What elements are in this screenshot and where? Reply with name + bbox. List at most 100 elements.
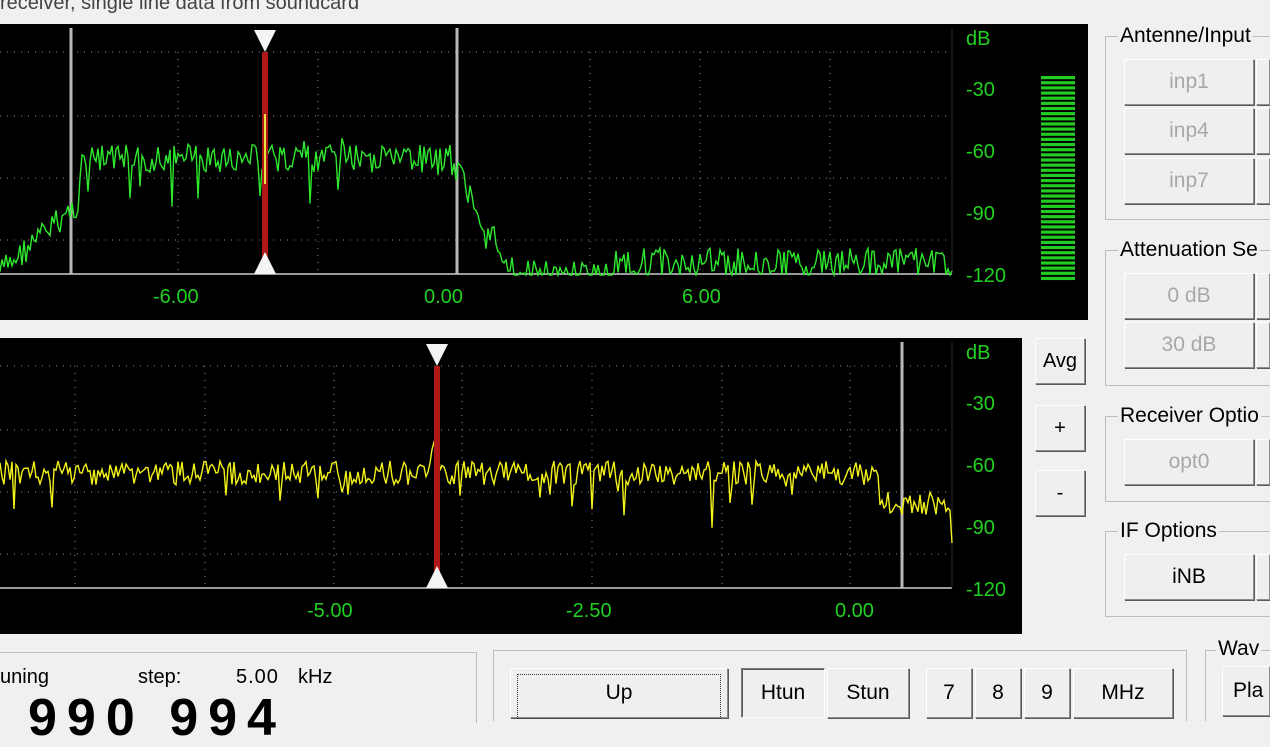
meter-segment: [1041, 194, 1075, 198]
up-button[interactable]: Up: [510, 668, 728, 719]
meter-segment: [1041, 122, 1075, 126]
meter-segment: [1041, 266, 1075, 270]
inp-col2-button[interactable]: [1256, 59, 1270, 105]
meter-segment: [1041, 235, 1075, 239]
top-freq-label-1: 0.00: [424, 286, 463, 308]
inp4-button[interactable]: inp4: [1124, 108, 1254, 154]
meter-segment: [1041, 240, 1075, 244]
top-db-label-3: -90: [966, 203, 995, 225]
opt0-button[interactable]: opt0: [1124, 439, 1254, 485]
meter-segment: [1041, 76, 1075, 80]
top-freq-label-2: 6.00: [682, 286, 721, 308]
marker-triangle-top: [426, 344, 448, 366]
meter-segment: [1041, 106, 1075, 111]
meter-segment: [1041, 261, 1075, 265]
meter-segment: [1041, 117, 1075, 121]
meter-segment: [1041, 101, 1075, 105]
atten-col2-button[interactable]: [1256, 322, 1270, 368]
mhz-button[interactable]: MHz: [1073, 668, 1173, 718]
atten-0db-button[interactable]: 0 dB: [1124, 273, 1254, 319]
zoom-minus-button[interactable]: -: [1035, 470, 1085, 516]
inp-col2-button[interactable]: [1256, 158, 1270, 204]
inp7-button[interactable]: inp7: [1124, 158, 1254, 204]
meter-segment: [1041, 230, 1075, 234]
meter-segment: [1041, 256, 1075, 260]
meter-segment: [1041, 173, 1075, 178]
spectrum-panel-bottom[interactable]: dB -30 -60 -90 -120 -5.00 -2.50 0.00: [0, 338, 1022, 634]
meter-segment: [1041, 148, 1075, 152]
digit-7-button[interactable]: 7: [926, 668, 972, 718]
meter-segment: [1041, 215, 1075, 219]
play-button[interactable]: Pla: [1222, 666, 1270, 716]
inp1-button[interactable]: inp1: [1124, 59, 1254, 105]
atten-col2-button[interactable]: [1256, 273, 1270, 319]
meter-segment: [1041, 153, 1075, 157]
spectrum-bottom-graph[interactable]: [0, 338, 1022, 634]
step-value: 5.00: [236, 666, 279, 688]
meter-segment: [1041, 220, 1075, 224]
meter-segment: [1041, 245, 1075, 250]
meter-segment: [1041, 189, 1075, 193]
avg-button[interactable]: Avg: [1035, 338, 1085, 384]
meter-segment: [1041, 163, 1075, 167]
spectrum-panel-top[interactable]: dB -30 -60 -90 -120 -6.00 0.00 6.00: [0, 24, 1088, 320]
window-title: receiver, single line data from soundcar…: [0, 0, 360, 14]
meter-segment: [1041, 158, 1075, 162]
zoom-plus-button[interactable]: +: [1035, 405, 1085, 451]
meter-segment: [1041, 96, 1075, 100]
tuning-label: uning: [0, 666, 49, 688]
marker-triangle-top: [254, 30, 276, 52]
meter-segment: [1041, 225, 1075, 229]
bottom-freq-label-1: -2.50: [566, 600, 612, 622]
receiver-options-title: Receiver Optio: [1118, 404, 1261, 428]
spectrum-top-trace: [0, 138, 953, 278]
spectrum-top-graph[interactable]: [0, 24, 1088, 320]
meter-segment: [1041, 86, 1075, 90]
inp-col2-button[interactable]: [1256, 108, 1270, 154]
meter-segment: [1041, 142, 1075, 147]
meter-segment: [1041, 112, 1075, 116]
top-db-label-4: -120: [966, 265, 1007, 287]
meter-segment: [1041, 168, 1075, 172]
meter-segment: [1041, 251, 1075, 255]
digit-9-button[interactable]: 9: [1024, 668, 1070, 718]
meter-segment: [1041, 132, 1075, 136]
bottom-db-label-1: -30: [966, 393, 995, 415]
stun-button[interactable]: Stun: [827, 668, 909, 718]
bottom-freq-label-0: -5.00: [307, 600, 353, 622]
tuning-marker-bottom: [434, 366, 440, 588]
atten-30db-button[interactable]: 30 dB: [1124, 322, 1254, 368]
meter-segment: [1041, 91, 1075, 95]
if-options-title: IF Options: [1118, 519, 1219, 543]
step-unit: kHz: [298, 666, 333, 688]
digit-8-button[interactable]: 8: [975, 668, 1021, 718]
top-db-label-1: -30: [966, 79, 995, 101]
bottom-freq-label-2: 0.00: [835, 600, 874, 622]
meter-segment: [1041, 179, 1075, 183]
attenuation-title: Attenuation Se: [1118, 238, 1260, 262]
if-col2-button[interactable]: [1256, 554, 1270, 600]
htun-button[interactable]: Htun: [741, 668, 825, 718]
frequency-display[interactable]: 990 994: [28, 692, 286, 744]
opt-col2-button[interactable]: [1256, 439, 1270, 485]
top-db-label-0: dB: [966, 28, 991, 50]
meter-segment: [1041, 127, 1075, 131]
meter-segment: [1041, 184, 1075, 188]
bottom-db-label-3: -90: [966, 517, 995, 539]
meter-segment: [1041, 199, 1075, 203]
meter-segment: [1041, 81, 1075, 85]
meter-segment: [1041, 137, 1075, 141]
top-db-label-2: -60: [966, 141, 995, 163]
step-label: step:: [138, 666, 182, 688]
signal-meter: [1041, 76, 1075, 281]
top-freq-label-0: -6.00: [153, 286, 199, 308]
inb-button[interactable]: iNB: [1124, 554, 1254, 600]
meter-segment: [1041, 204, 1075, 208]
spectrum-bottom-trace: [0, 440, 953, 544]
bottom-db-label-2: -60: [966, 455, 995, 477]
bottom-db-label-0: dB: [966, 342, 991, 364]
meter-segment: [1041, 209, 1075, 214]
up-button-focus: [517, 674, 721, 719]
marker-triangle-bottom: [254, 252, 276, 274]
wave-title: Wav: [1216, 637, 1262, 661]
